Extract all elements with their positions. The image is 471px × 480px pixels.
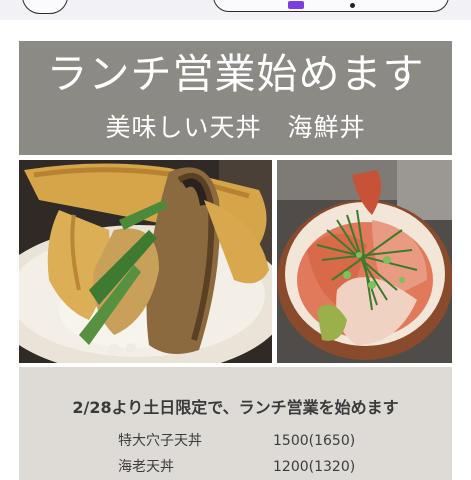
tempura-bowl-image bbox=[19, 160, 272, 363]
menu-item: 特大穴子天丼 1500(1650) bbox=[19, 430, 452, 452]
app-icon bbox=[288, 1, 304, 9]
menu-item-price: 1500(1650) bbox=[273, 433, 356, 449]
address-bar[interactable] bbox=[213, 0, 449, 12]
browser-top-bar bbox=[0, 0, 471, 20]
menu-item-name: 特大穴子天丼 bbox=[118, 433, 202, 449]
banner-title: ランチ営業始めます bbox=[46, 50, 425, 98]
tempura-bowl-photo[interactable] bbox=[19, 160, 272, 363]
content-card: ランチ営業始めます 美味しい天丼 海鮮丼 2/28より土日限定で、ランチ営業を始… bbox=[0, 20, 471, 480]
banner-subtitle: 美味しい天丼 海鮮丼 bbox=[105, 113, 366, 142]
lunch-announcement: 2/28より土日限定で、ランチ営業を始めます bbox=[72, 398, 399, 417]
lunch-banner: ランチ営業始めます 美味しい天丼 海鮮丼 bbox=[19, 41, 452, 155]
menu-item-price: 1200(1320) bbox=[273, 459, 356, 475]
back-button[interactable] bbox=[22, 0, 68, 14]
seafood-bowl-photo[interactable] bbox=[277, 160, 452, 363]
menu-item-name: 海老天丼 bbox=[118, 459, 174, 475]
seafood-bowl-image bbox=[277, 160, 452, 363]
menu-item: 海老天丼 1200(1320) bbox=[19, 456, 452, 478]
status-dot-icon bbox=[350, 3, 355, 8]
lunch-info-panel: 2/28より土日限定で、ランチ営業を始めます 特大穴子天丼 1500(1650)… bbox=[19, 367, 452, 480]
